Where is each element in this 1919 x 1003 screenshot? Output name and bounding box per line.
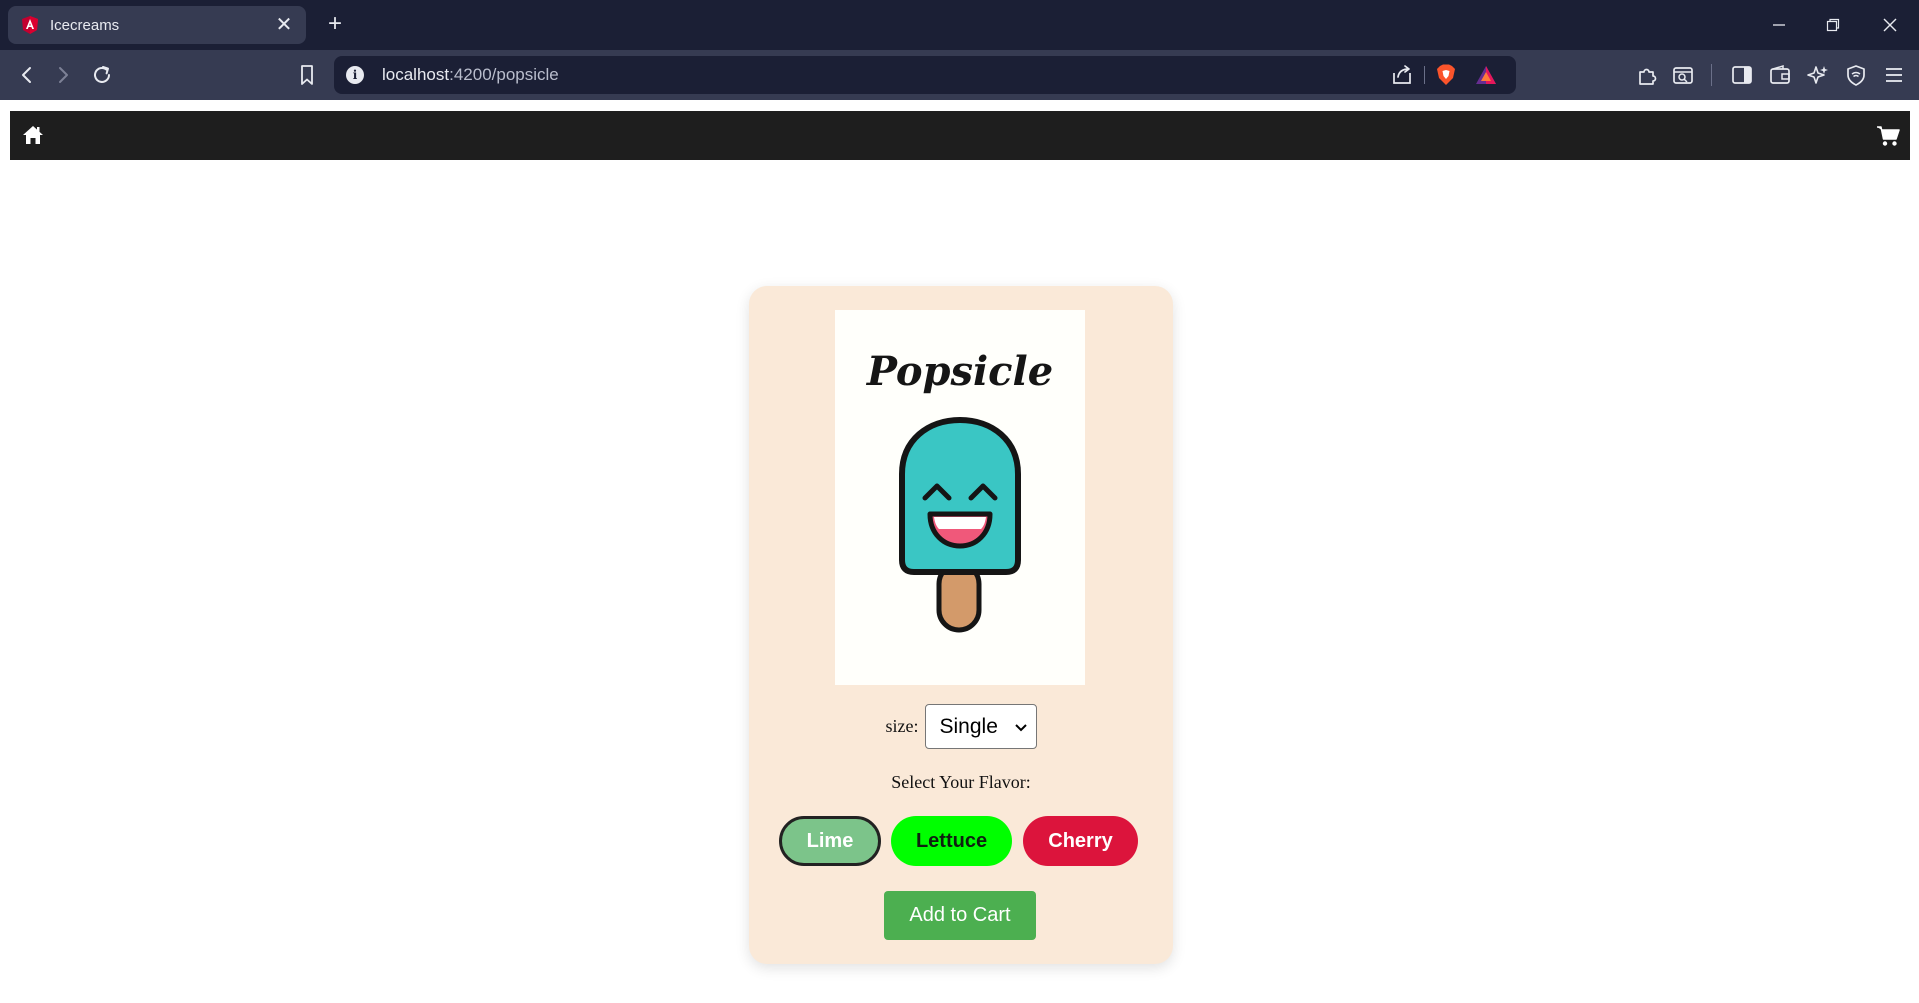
new-tab-button[interactable]: +	[322, 12, 348, 38]
sidebar-icon[interactable]	[1729, 62, 1755, 88]
toolbar-divider	[1711, 64, 1712, 86]
extensions-icon[interactable]	[1634, 62, 1660, 88]
size-selected-value: Single	[939, 714, 998, 738]
app-navbar	[10, 111, 1910, 160]
product-card: Popsicle size: Single Select Your Flavor…	[749, 286, 1173, 964]
flavor-button-lime[interactable]: Lime	[779, 816, 881, 866]
size-row: size: Single	[749, 704, 1173, 749]
brave-shields-icon[interactable]	[1434, 63, 1458, 87]
reload-icon[interactable]	[89, 62, 115, 88]
cart-icon[interactable]	[1876, 125, 1900, 147]
home-icon[interactable]	[22, 125, 44, 145]
flavor-heading: Select Your Flavor:	[891, 772, 1031, 792]
address-bar[interactable]: i localhost:4200/popsicle	[334, 56, 1516, 94]
chevron-down-icon	[1014, 715, 1028, 739]
angular-icon	[20, 15, 40, 35]
product-image-title: Popsicle	[866, 348, 1054, 395]
product-image: Popsicle	[835, 310, 1085, 685]
close-window-icon[interactable]	[1877, 12, 1903, 38]
tab-title: Icecreams	[50, 16, 120, 34]
share-icon[interactable]	[1390, 64, 1414, 86]
size-select[interactable]: Single	[924, 704, 1037, 749]
flavor-button-lettuce[interactable]: Lettuce	[891, 816, 1012, 866]
omnibox-divider	[1424, 66, 1425, 84]
vpn-icon[interactable]	[1843, 62, 1869, 88]
forward-arrow-icon[interactable]	[50, 62, 76, 88]
url-host: localhost	[382, 65, 450, 84]
add-to-cart-button[interactable]: Add to Cart	[884, 891, 1036, 940]
leo-ai-icon[interactable]	[1805, 62, 1831, 88]
browser-tab-strip: Icecreams ✕ +	[0, 0, 1919, 50]
bookmark-icon[interactable]	[294, 62, 320, 88]
wallet-icon[interactable]	[1767, 62, 1793, 88]
url-path: :4200/popsicle	[449, 65, 559, 84]
menu-icon[interactable]	[1881, 62, 1907, 88]
minimize-icon[interactable]	[1766, 12, 1792, 38]
site-info-icon[interactable]: i	[346, 66, 364, 84]
back-arrow-icon[interactable]	[14, 62, 40, 88]
brave-rewards-icon[interactable]	[1474, 64, 1498, 86]
close-tab-icon[interactable]: ✕	[274, 15, 294, 35]
popsicle-illustration	[899, 416, 1021, 633]
flavor-button-cherry[interactable]: Cherry	[1023, 816, 1138, 866]
url-text[interactable]: localhost:4200/popsicle	[382, 65, 559, 85]
capture-icon[interactable]	[1670, 62, 1696, 88]
size-label: size:	[885, 716, 919, 736]
browser-tab[interactable]: Icecreams ✕	[8, 6, 306, 44]
restore-icon[interactable]	[1820, 12, 1846, 38]
